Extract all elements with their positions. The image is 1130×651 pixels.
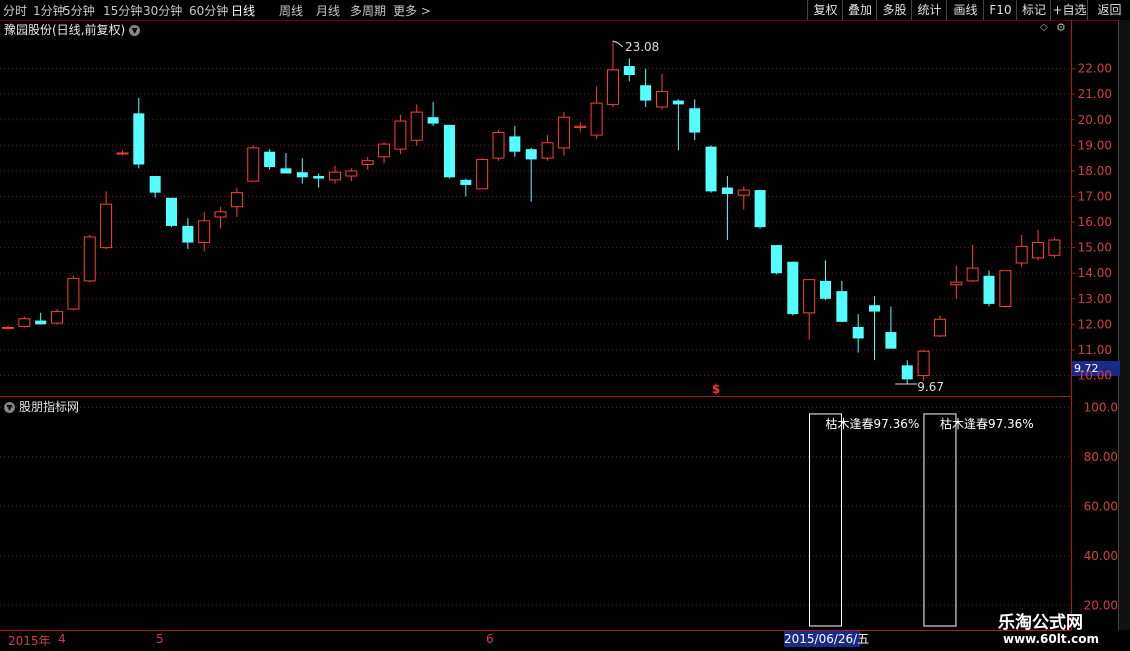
candle-body — [917, 350, 930, 377]
candle-body — [541, 142, 554, 159]
candle-body — [557, 116, 570, 149]
candle-body — [901, 365, 913, 380]
high-pointer — [612, 40, 624, 48]
candle-body — [933, 318, 946, 337]
candle-body — [721, 187, 733, 194]
price-tick-label: 11.00 — [1078, 343, 1112, 357]
price-tick-label: 17.00 — [1078, 189, 1112, 203]
candle-body — [100, 203, 113, 249]
dollar-marker: $ — [712, 382, 720, 396]
candle-body — [361, 160, 374, 166]
candle-body — [51, 311, 64, 324]
candle-body — [689, 108, 701, 133]
candle-body — [313, 176, 325, 179]
candle-body — [329, 171, 341, 181]
candle-body — [820, 280, 831, 299]
signal-bar — [923, 413, 957, 627]
candle-body — [525, 149, 537, 160]
candle-body — [247, 147, 260, 182]
price-tick-label: 21.00 — [1078, 87, 1112, 101]
price-tick-label: 15.00 — [1078, 241, 1112, 255]
candle-body — [2, 326, 14, 329]
price-tick-label: 12.00 — [1078, 317, 1112, 331]
candle-body — [116, 152, 129, 155]
candle-body — [672, 100, 684, 105]
candle-body — [606, 69, 619, 105]
candle-body — [476, 158, 489, 190]
candle-body — [492, 132, 505, 159]
candle-body — [394, 120, 407, 150]
candle-body — [705, 146, 717, 192]
price-tick-label: 20.00 — [1078, 113, 1112, 127]
candle-body — [869, 305, 881, 312]
candle-body — [590, 102, 603, 136]
candle-body — [214, 211, 227, 218]
signal-bar-label: 枯木逢春97.36% — [826, 416, 920, 431]
candle-body — [345, 170, 358, 177]
indicator-tick-label: 40.00 — [1084, 549, 1118, 563]
candle-body — [83, 236, 96, 282]
candle-body — [296, 172, 308, 178]
candle-body — [509, 136, 521, 152]
candle-body — [166, 197, 177, 226]
price-tick-label: 16.00 — [1078, 215, 1112, 229]
candle-body — [885, 332, 897, 349]
candle-body — [983, 275, 995, 304]
candle-body — [443, 124, 455, 178]
candle-body — [1015, 245, 1028, 264]
low-price-label: 9.67 — [917, 380, 944, 394]
candle-body — [1032, 242, 1045, 259]
indicator-tick-label: 100.0 — [1084, 400, 1118, 414]
price-tick-label: 10.00 — [1078, 369, 1112, 383]
candle-body — [198, 220, 211, 244]
candle-body — [230, 192, 243, 208]
price-tick-label: 14.00 — [1078, 266, 1112, 280]
candle-body — [133, 113, 145, 165]
candle-body — [852, 326, 864, 339]
candle-body — [67, 277, 80, 310]
candle-body — [574, 125, 587, 128]
candle-body — [1048, 239, 1061, 256]
candle-body — [770, 245, 782, 274]
candle-body — [787, 261, 799, 315]
candle-body — [656, 91, 668, 108]
indicator-tick-label: 60.00 — [1084, 499, 1118, 513]
price-tick-label: 13.00 — [1078, 292, 1112, 306]
candle-body — [460, 179, 472, 185]
watermark-url: www.60lt.com — [1003, 632, 1100, 646]
candle-body — [410, 111, 423, 141]
candle-body — [836, 291, 848, 322]
candle-body — [999, 270, 1012, 307]
candle-body — [378, 143, 391, 158]
chart-canvas[interactable]: 22.00 21.00 20.00 19.00 18.00 17.00 16.00 15.00… — [0, 0, 1130, 650]
candle-body — [640, 85, 652, 101]
candle-body — [182, 225, 194, 243]
price-tick-label: 22.00 — [1078, 62, 1112, 76]
indicator-tick-label: 20.00 — [1084, 598, 1118, 612]
candle-body — [149, 176, 161, 193]
candle-body — [18, 318, 31, 327]
signal-bar-label: 枯木逢春97.36% — [940, 416, 1034, 431]
candle-body — [754, 190, 766, 228]
high-price-label: 23.08 — [625, 40, 659, 54]
candle-body — [737, 189, 750, 196]
signal-bar — [809, 413, 842, 627]
candle-body — [264, 151, 276, 168]
candle-body — [280, 168, 292, 174]
indicator-tick-label: 80.00 — [1084, 450, 1118, 464]
candle-body — [623, 66, 635, 75]
watermark-title: 乐淘公式网 — [998, 613, 1083, 633]
candle-body — [427, 117, 439, 124]
price-tick-label: 19.00 — [1078, 138, 1112, 152]
price-tick-label: 18.00 — [1078, 164, 1112, 178]
candle-body — [950, 281, 963, 286]
candle-body — [803, 279, 816, 314]
candle-body — [35, 320, 47, 325]
candle-body — [966, 267, 979, 282]
